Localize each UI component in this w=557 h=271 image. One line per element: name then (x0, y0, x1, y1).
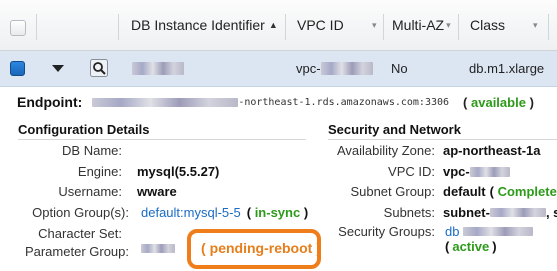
security-group-status: ( active ) (445, 239, 497, 254)
subnet-group-label: Subnet Group: (350, 184, 435, 199)
db-name-label: DB Name: (62, 143, 122, 158)
row-multi-az: No (391, 61, 408, 76)
security-group-redacted[interactable] (463, 227, 534, 236)
subnets-label: Subnets: (383, 205, 435, 220)
config-section-title: Configuration Details (18, 122, 150, 137)
endpoint-line: Endpoint: -northeast-1.rds.amazonaws.com… (17, 94, 534, 110)
vpc-id-value: vpc- (443, 164, 510, 179)
subnet-id-redacted (489, 208, 546, 217)
row-class: db.m1.xlarge (469, 61, 545, 76)
username-value: wware (137, 184, 177, 199)
endpoint-host: -northeast-1.rds.amazonaws.com:3306 (238, 96, 450, 108)
engine-value: mysql(5.5.27) (137, 164, 220, 179)
expand-caret-icon[interactable] (52, 65, 64, 72)
table-row[interactable]: vpc- No db.m1.xlarge (0, 51, 557, 87)
instance-identifier-redacted (132, 51, 184, 86)
endpoint-host-redacted (92, 97, 239, 107)
select-all-checkbox[interactable] (10, 20, 26, 36)
parameter-group-redacted[interactable] (141, 244, 175, 253)
option-group-value: default:mysql-5-5 ( in-sync ) (141, 205, 309, 220)
security-groups-label: Security Groups: (338, 224, 435, 239)
option-group-status-badge: in-sync (254, 205, 301, 220)
highlight-callout (187, 229, 321, 269)
table-header: DB Instance Identifier ▲ VPC ID ▾ Multi-… (0, 0, 557, 51)
vpc-id-redacted (320, 62, 373, 75)
option-group-link[interactable]: default:mysql-5-5 (141, 205, 241, 220)
chevron-down-icon[interactable]: ▾ (372, 20, 377, 31)
subnets-value: subnet- , s (443, 205, 557, 220)
subnet-group-value: default ( Complete (443, 184, 557, 199)
security-group-link[interactable]: db (445, 224, 459, 239)
column-header-identifier[interactable]: DB Instance Identifier ▲ (131, 0, 278, 50)
availability-zone-value: ap-northeast-1a (443, 143, 541, 158)
column-menu-vpc[interactable]: ▾ (366, 0, 377, 50)
row-vpc-id: vpc- (296, 51, 373, 86)
security-section-title: Security and Network (328, 122, 461, 137)
sort-ascending-icon[interactable]: ▲ (269, 20, 278, 30)
endpoint-label: Endpoint: (17, 94, 83, 110)
column-header-multiaz[interactable]: Multi-AZ ▾ (392, 0, 451, 50)
subnet-group-status-badge: Complete (497, 184, 557, 199)
availability-zone-label: Availability Zone: (336, 143, 435, 158)
row-checkbox[interactable] (10, 61, 25, 76)
column-menu-class[interactable]: ▾ (527, 0, 538, 50)
vpc-id-label: VPC ID: (388, 164, 435, 179)
column-header-class[interactable]: Class (470, 0, 505, 50)
chevron-down-icon[interactable]: ▾ (533, 20, 538, 31)
chevron-down-icon[interactable]: ▾ (446, 20, 451, 31)
magnify-icon[interactable] (90, 59, 108, 77)
rds-instance-panel: DB Instance Identifier ▲ VPC ID ▾ Multi-… (0, 0, 557, 271)
vpc-id-redacted (469, 166, 510, 177)
security-groups-value: db (445, 224, 534, 239)
character-set-label: Character Set: (38, 226, 122, 241)
security-group-status-badge: active (452, 239, 490, 254)
engine-label: Engine: (77, 164, 122, 179)
option-group-label: Option Group(s): (32, 205, 129, 220)
column-header-vpc[interactable]: VPC ID (297, 0, 344, 50)
endpoint-status-badge: available (471, 94, 526, 110)
parameter-group-label: Parameter Group: (24, 244, 129, 259)
username-label: Username: (58, 184, 122, 199)
parameter-group-value (141, 244, 175, 253)
